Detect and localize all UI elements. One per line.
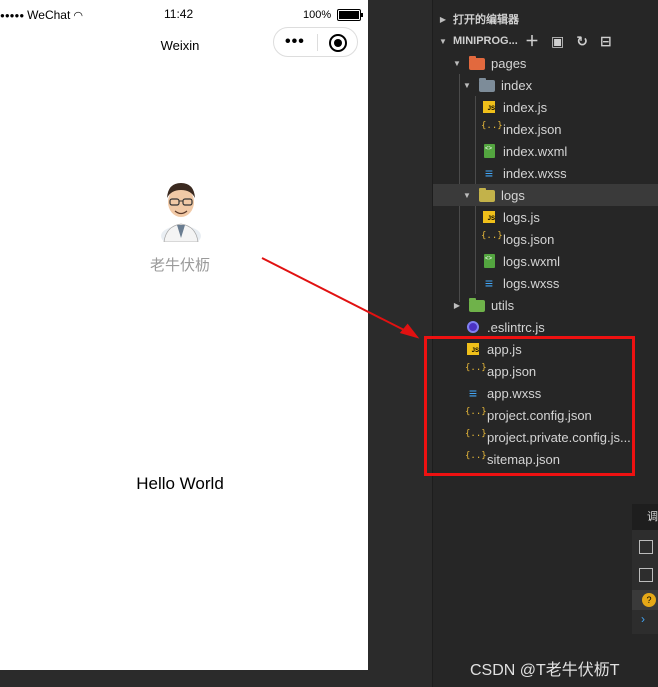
- warning-row[interactable]: ?: [632, 590, 658, 610]
- play-icon[interactable]: [639, 568, 653, 582]
- panel-tab[interactable]: 调: [632, 504, 658, 530]
- chevron-right-icon[interactable]: ›: [641, 612, 645, 626]
- inspect-element-icon[interactable]: [639, 540, 653, 554]
- warning-icon: ?: [642, 593, 656, 607]
- watermark: CSDN @T老牛伏枥T: [470, 662, 620, 679]
- annotation-highlight-box: [424, 336, 635, 476]
- debug-panel-strip: 调 ? ›: [632, 504, 658, 634]
